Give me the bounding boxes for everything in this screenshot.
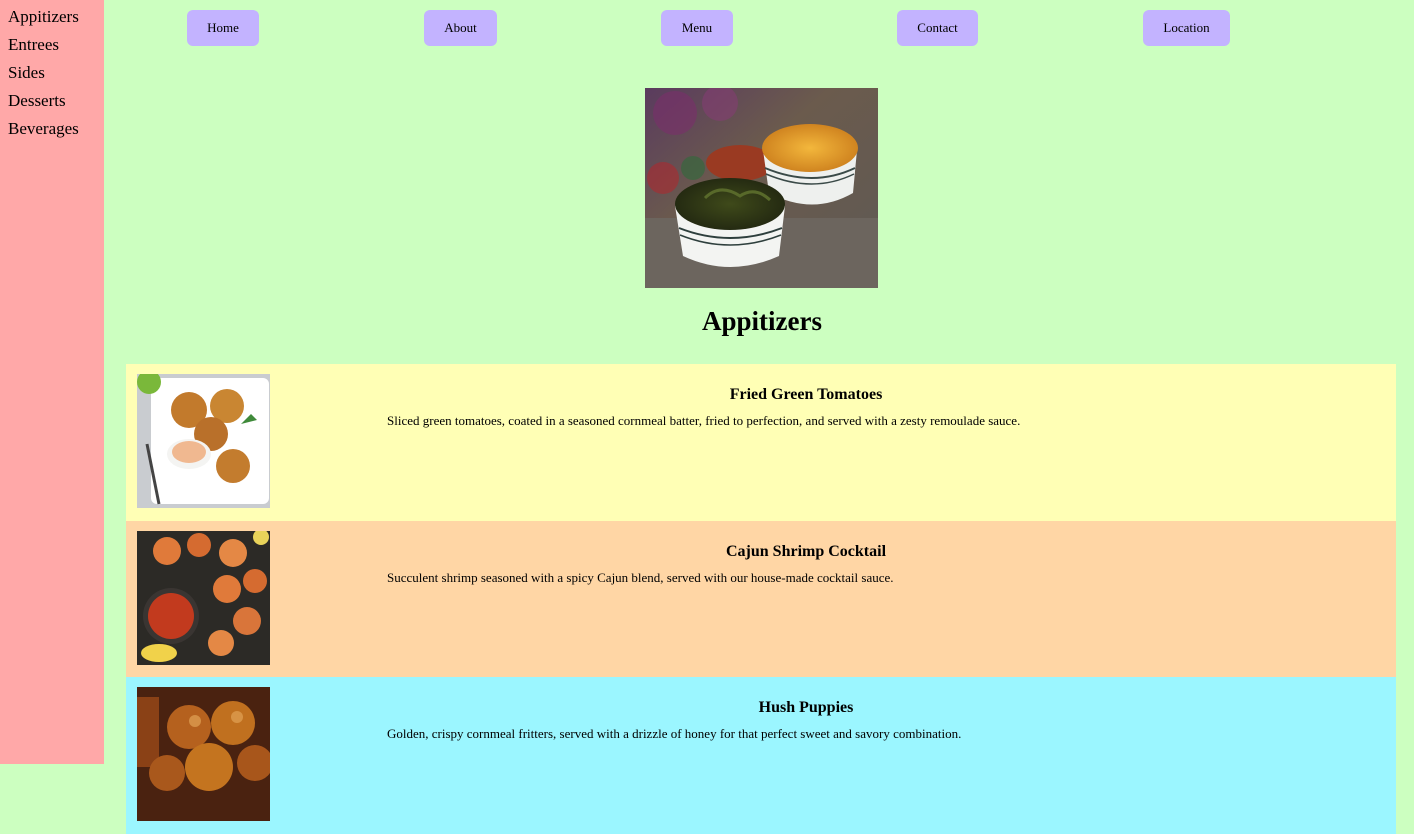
nav-location-button[interactable]: Location	[1143, 10, 1230, 46]
cajun-shrimp-cocktail-image	[137, 531, 270, 665]
nav-home-button[interactable]: Home	[187, 10, 259, 46]
main-content: Home About Menu Contact Location Appitiz…	[104, 0, 1414, 834]
hush-puppies-image	[137, 687, 270, 821]
nav-menu-button[interactable]: Menu	[661, 10, 733, 46]
menu-item-description: Succulent shrimp seasoned with a spicy C…	[387, 570, 894, 585]
nav-contact-button[interactable]: Contact	[897, 10, 978, 46]
sidebar-item-appitizers[interactable]: Appitizers	[8, 7, 79, 27]
menu-item: Cajun Shrimp Cocktail Succulent shrimp s…	[126, 521, 1396, 678]
menu-item-description: Golden, crispy cornmeal fritters, served…	[387, 726, 962, 741]
sidebar: Appitizers Entrees Sides Desserts Bevera…	[0, 0, 104, 764]
sidebar-item-beverages[interactable]: Beverages	[8, 119, 79, 139]
menu-item-title: Fried Green Tomatoes	[729, 386, 883, 403]
nav-about-button[interactable]: About	[424, 10, 497, 46]
menu-item-title: Cajun Shrimp Cocktail	[725, 543, 887, 560]
menu-item-title: Hush Puppies	[758, 699, 854, 716]
page-title: Appitizers	[702, 306, 822, 336]
sidebar-item-sides[interactable]: Sides	[8, 63, 45, 83]
menu-item-description: Sliced green tomatoes, coated in a seaso…	[387, 413, 1021, 428]
menu-item: Hush Puppies Golden, crispy cornmeal fri…	[126, 677, 1396, 834]
hero-image	[645, 88, 878, 288]
sidebar-item-entrees[interactable]: Entrees	[8, 35, 59, 55]
sidebar-item-desserts[interactable]: Desserts	[8, 91, 66, 111]
fried-green-tomatoes-image	[137, 374, 270, 508]
menu-item: Fried Green Tomatoes Sliced green tomato…	[126, 364, 1396, 521]
